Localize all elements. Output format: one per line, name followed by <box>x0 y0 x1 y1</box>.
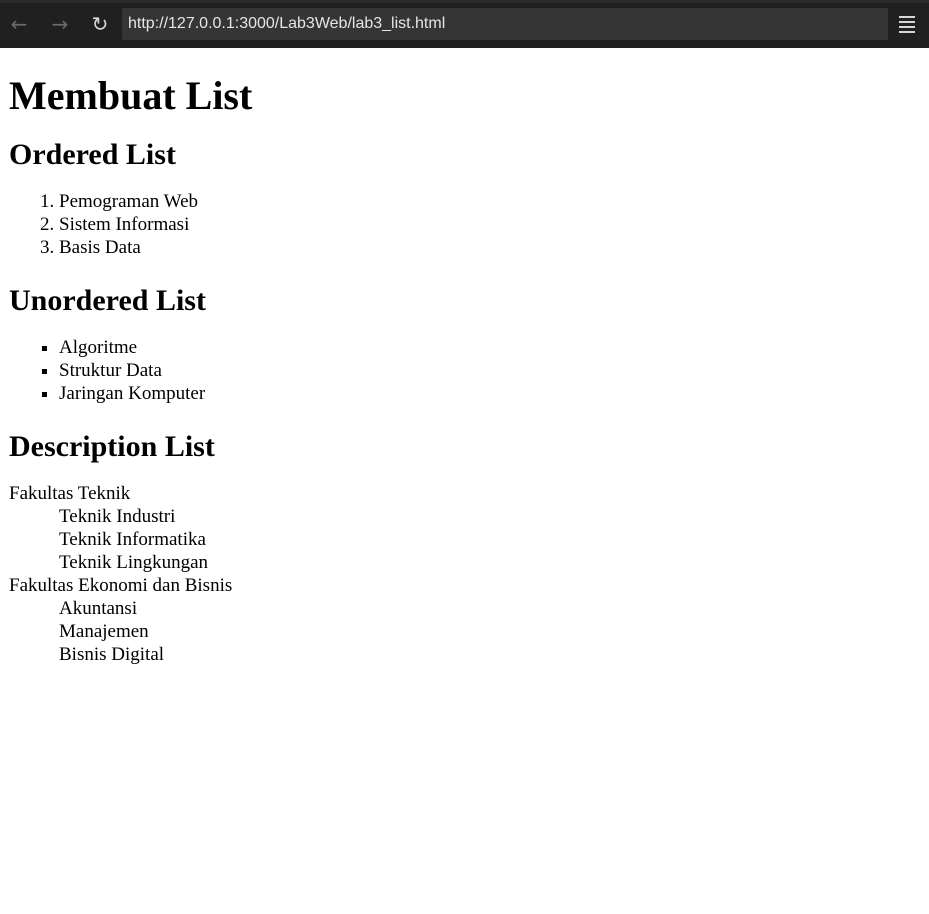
description-definition: Akuntansi <box>59 598 138 619</box>
page-content: Membuat List Ordered List Pemograman Web… <box>0 48 929 914</box>
address-bar[interactable] <box>122 8 888 40</box>
list-item: Sistem Informasi <box>59 213 920 236</box>
list-item: Algoritme <box>59 336 920 359</box>
unordered-list-heading: Unordered List <box>9 284 206 317</box>
list-item: Basis Data <box>59 236 920 259</box>
reload-icon[interactable]: ↻ <box>85 9 115 39</box>
unordered-list: Algoritme Struktur Data Jaringan Kompute… <box>9 336 920 405</box>
menu-icon-line <box>899 15 915 18</box>
description-definition: Teknik Lingkungan <box>59 552 209 573</box>
description-list-heading: Description List <box>9 430 215 463</box>
description-definition: Teknik Informatika <box>59 529 206 550</box>
menu-icon-line <box>899 20 915 23</box>
browser-toolbar: ← → ↻ <box>0 0 929 48</box>
menu-icon-line <box>899 30 915 33</box>
description-term: Fakultas Teknik <box>9 483 131 504</box>
list-item: Struktur Data <box>59 359 920 382</box>
list-item: Jaringan Komputer <box>59 382 920 405</box>
list-item: Pemograman Web <box>59 190 920 213</box>
forward-arrow-icon[interactable]: → <box>45 9 75 39</box>
description-definition: Manajemen <box>59 621 149 642</box>
ordered-list-heading: Ordered List <box>9 138 176 171</box>
back-arrow-icon[interactable]: ← <box>4 9 34 39</box>
description-list: Fakultas Teknik Teknik Industri Teknik I… <box>9 482 920 666</box>
description-term: Fakultas Ekonomi dan Bisnis <box>9 575 233 596</box>
page-title: Membuat List <box>9 73 253 118</box>
menu-icon-line <box>899 25 915 28</box>
url-input[interactable] <box>128 15 882 33</box>
description-definition: Bisnis Digital <box>59 644 165 665</box>
description-definition: Teknik Industri <box>59 506 176 527</box>
ordered-list: Pemograman Web Sistem Informasi Basis Da… <box>9 190 920 259</box>
menu-icon[interactable] <box>896 13 918 35</box>
